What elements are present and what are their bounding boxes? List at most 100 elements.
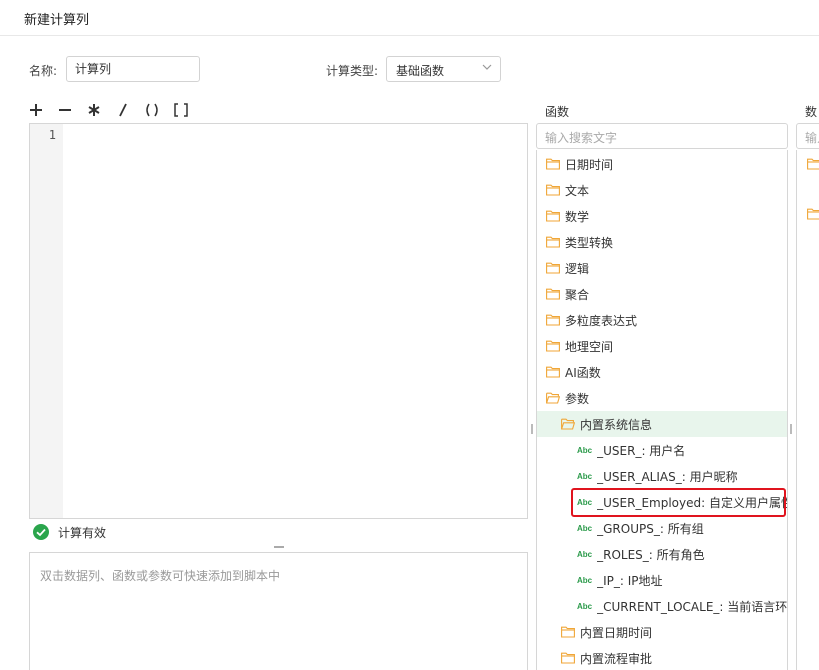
data-tree (796, 150, 819, 670)
abc-type-icon: Abc (577, 497, 593, 507)
dialog-title: 新建计算列 (24, 13, 90, 28)
category-item-label: 地理空间 (565, 339, 614, 354)
data-search-placeholder: 输入 (805, 131, 819, 145)
param-item-label: _ROLES_: 所有角色 (597, 547, 705, 562)
folder-icon (546, 236, 560, 248)
param-item[interactable]: Abc _USER_: 用户名 (537, 437, 787, 463)
param-item[interactable]: Abc _GROUPS_: 所有组 (537, 515, 787, 541)
folder-open-icon (561, 418, 575, 430)
param-item[interactable]: Abc _CURRENT_LOCALE_: 当前语言环境 (537, 593, 787, 619)
category-item[interactable]: 数学 (537, 203, 787, 229)
minus-button[interactable] (57, 99, 73, 121)
parentheses-icon (146, 103, 158, 117)
folder-icon (546, 158, 560, 170)
name-label: 名称: (29, 64, 58, 78)
param-item[interactable]: Abc _ROLES_: 所有角色 (537, 541, 787, 567)
param-group-item-label: 内置流程审批 (580, 651, 653, 666)
param-group-item[interactable]: 内置日期时间 (537, 619, 787, 645)
resize-handle[interactable] (274, 546, 284, 548)
data-panel-title: 数 (805, 105, 818, 119)
param-item-label: _CURRENT_LOCALE_: 当前语言环境 (597, 599, 788, 614)
folder-icon (807, 158, 819, 170)
slash-icon (119, 103, 127, 117)
abc-type-icon: Abc (577, 471, 593, 481)
panel-splitter[interactable] (790, 424, 792, 434)
folder-icon (546, 366, 560, 378)
script-editor[interactable]: 1 (29, 123, 528, 519)
chevron-down-icon (482, 64, 492, 70)
category-item-label: 聚合 (565, 287, 590, 302)
line-number: 1 (48, 128, 56, 142)
category-item-label: 日期时间 (565, 157, 614, 172)
category-item[interactable]: 逻辑 (537, 255, 787, 281)
category-item[interactable]: 地理空间 (537, 333, 787, 359)
param-group-item-label: 内置系统信息 (580, 417, 653, 432)
plus-icon (30, 104, 42, 116)
param-item-label: _USER_: 用户名 (597, 443, 686, 458)
data-search-input[interactable]: 输入 (796, 123, 819, 149)
asterisk-icon (88, 104, 100, 116)
abc-type-icon: Abc (577, 445, 593, 455)
category-item-label: 参数 (565, 391, 590, 406)
abc-type-icon: Abc (577, 575, 593, 585)
hint-text: 双击数据列、函数或参数可快速添加到脚本中 (40, 569, 281, 583)
minus-icon (59, 109, 71, 111)
check-circle-icon (33, 524, 49, 540)
category-item-label: 逻辑 (565, 261, 590, 276)
validation-status: 计算有效 (33, 523, 106, 541)
param-item-label: _USER_Employed: 自定义用户属性 (597, 495, 788, 510)
name-input[interactable]: 计算列 (66, 56, 200, 82)
category-item-label: 文本 (565, 183, 590, 198)
category-item[interactable]: 多粒度表达式 (537, 307, 787, 333)
folder-icon (546, 262, 560, 274)
category-item[interactable]: 文本 (537, 177, 787, 203)
folder-icon (807, 208, 819, 220)
category-item[interactable]: 参数 (537, 385, 787, 411)
param-group-item-label: 内置日期时间 (580, 625, 653, 640)
functions-title: 函数 (545, 105, 570, 119)
calc-type-value: 基础函数 (396, 64, 445, 78)
brackets-button[interactable] (171, 99, 191, 121)
folder-open-icon (546, 392, 560, 404)
category-item-label: 类型转换 (565, 235, 614, 250)
multiply-button[interactable] (86, 99, 102, 121)
validation-text: 计算有效 (58, 525, 107, 540)
category-item-label: 多粒度表达式 (565, 313, 638, 328)
line-gutter: 1 (30, 124, 63, 518)
abc-type-icon: Abc (577, 549, 593, 559)
abc-type-icon: Abc (577, 523, 593, 533)
param-item[interactable]: Abc _USER_ALIAS_: 用户昵称 (537, 463, 787, 489)
dialog-header: 新建计算列 (0, 0, 819, 36)
param-item-label: _IP_: IP地址 (597, 573, 663, 588)
brackets-icon (174, 103, 188, 117)
category-item[interactable]: 聚合 (537, 281, 787, 307)
calc-type-select[interactable]: 基础函数 (386, 56, 501, 82)
panel-splitter[interactable] (531, 424, 533, 434)
functions-search-placeholder: 输入搜索文字 (545, 131, 618, 145)
hint-panel: 双击数据列、函数或参数可快速添加到脚本中 (29, 552, 528, 670)
param-group-item[interactable]: 内置流程审批 (537, 645, 787, 670)
folder-icon (561, 626, 575, 638)
category-item-label: AI函数 (565, 365, 601, 380)
param-item-label: _USER_ALIAS_: 用户昵称 (597, 469, 738, 484)
category-item-label: 数学 (565, 209, 590, 224)
divide-button[interactable] (116, 99, 130, 121)
folder-icon (546, 314, 560, 326)
folder-icon (546, 288, 560, 300)
category-item[interactable]: 类型转换 (537, 229, 787, 255)
functions-search-input[interactable]: 输入搜索文字 (536, 123, 788, 149)
calc-type-label: 计算类型: (326, 64, 379, 78)
parentheses-button[interactable] (142, 99, 162, 121)
param-item[interactable]: Abc _IP_: IP地址 (537, 567, 787, 593)
category-item[interactable]: 日期时间 (537, 151, 787, 177)
folder-icon (546, 210, 560, 222)
functions-tree: 日期时间文本数学类型转换逻辑聚合多粒度表达式 地理空间 AI函数参数内置系统信息 Ab… (536, 150, 788, 670)
folder-icon (561, 652, 575, 664)
folder-icon (546, 340, 560, 352)
plus-button[interactable] (28, 99, 44, 121)
param-group-item[interactable]: 内置系统信息 (537, 411, 787, 437)
param-item[interactable]: Abc _USER_Employed: 自定义用户属性 (537, 489, 787, 515)
category-item[interactable]: AI函数 (537, 359, 787, 385)
param-item-label: _GROUPS_: 所有组 (597, 521, 704, 536)
folder-icon (546, 184, 560, 196)
